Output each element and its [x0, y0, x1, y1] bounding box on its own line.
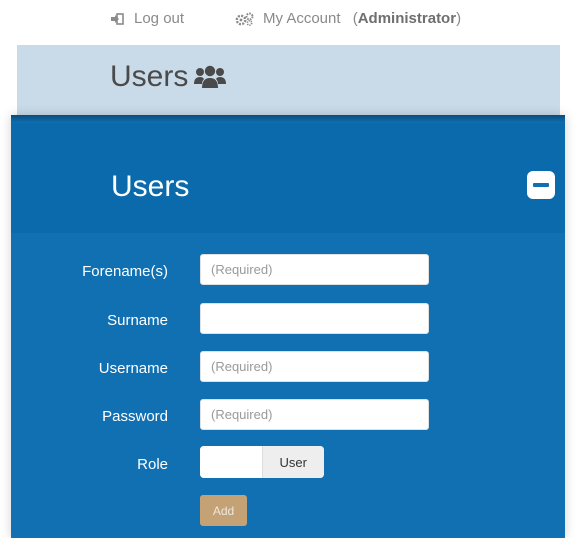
account-role: (Administrator) — [352, 10, 462, 27]
account-role-name: Administrator — [357, 10, 457, 27]
role-label: Role — [137, 456, 168, 473]
collapse-panel-button[interactable] — [527, 171, 555, 199]
my-account-label: My Account — [263, 10, 341, 27]
username-input[interactable] — [200, 351, 429, 382]
role-toggle-knob — [200, 446, 262, 478]
top-navigation: Log out My Account (Administrator) — [0, 0, 577, 40]
my-account-link[interactable]: My Account (Administrator) — [235, 10, 461, 27]
role-value: User — [261, 446, 324, 478]
page-title: Users — [110, 60, 227, 94]
logout-link[interactable]: Log out — [110, 10, 184, 27]
panel-top-shadow — [11, 115, 565, 123]
panel-title: Users — [111, 170, 190, 203]
page-title-text: Users — [110, 60, 189, 93]
users-panel-header — [11, 123, 565, 233]
page-header-band — [17, 45, 560, 115]
logout-icon — [110, 12, 124, 25]
logout-label: Log out — [134, 10, 185, 27]
minus-icon — [533, 183, 549, 187]
cogs-icon — [235, 12, 255, 26]
users-group-icon — [194, 64, 227, 90]
password-label: Password — [102, 408, 168, 425]
add-user-button[interactable]: Add — [200, 495, 247, 526]
forename-input[interactable] — [200, 254, 429, 285]
username-label: Username — [98, 360, 168, 377]
surname-input[interactable] — [200, 303, 429, 334]
password-input[interactable] — [200, 399, 429, 430]
surname-label: Surname — [107, 312, 168, 329]
forename-label: Forename(s) — [82, 263, 168, 280]
role-toggle[interactable]: User — [200, 446, 324, 478]
